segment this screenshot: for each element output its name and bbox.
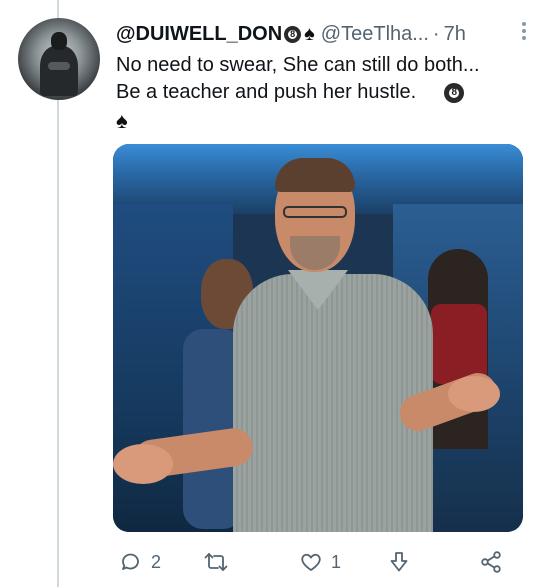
- tweet-text-line-1: No need to swear, She can still do both.…: [116, 52, 526, 79]
- avatar-figure-body: [40, 46, 78, 96]
- user-handle[interactable]: @TeeTlha...: [321, 23, 429, 46]
- more-icon[interactable]: [522, 22, 528, 40]
- reply-count: 2: [151, 551, 162, 572]
- spade-icon: ♠: [304, 22, 315, 45]
- photo-man-hair: [275, 158, 355, 192]
- tweet-actions: 2 1: [113, 544, 523, 580]
- photo-man-glasses: [283, 206, 347, 218]
- reply-icon: [122, 553, 139, 570]
- eight-ball-icon: 8: [444, 82, 465, 103]
- spade-icon: ♠: [116, 108, 128, 133]
- photo-man-hand-right: [448, 376, 500, 412]
- download-icon: [390, 552, 408, 572]
- avatar-figure-hands: [48, 62, 70, 70]
- reply-button[interactable]: 2: [119, 544, 161, 580]
- like-icon: [301, 553, 321, 571]
- tweet-text-line-2-content: Be a teacher and push her hustle.: [116, 81, 417, 103]
- download-button[interactable]: [387, 544, 411, 580]
- eight-ball-number: 8: [451, 86, 457, 98]
- retweet-icon: [204, 553, 228, 571]
- tweet-text: No need to swear, She can still do both.…: [116, 52, 526, 106]
- like-count: 1: [331, 551, 342, 572]
- share-button[interactable]: [479, 544, 503, 580]
- tweet-header: @DUIWELL_DON 8 ♠ @TeeTlha... · 7h: [116, 20, 526, 48]
- like-button[interactable]: 1: [299, 544, 341, 580]
- share-icon: [481, 551, 501, 573]
- avatar[interactable]: [18, 18, 100, 100]
- separator-dot: ·: [432, 22, 440, 45]
- tweet-photo[interactable]: [113, 144, 523, 532]
- tweet-text-line-1-content: No need to swear, She can still do both.…: [116, 54, 480, 76]
- display-name[interactable]: @DUIWELL_DON: [116, 23, 282, 46]
- photo-man-hand-left: [113, 444, 173, 484]
- avatar-figure-head: [51, 32, 67, 50]
- eight-ball-number: 8: [290, 28, 296, 39]
- tweet-time[interactable]: 7h: [444, 23, 466, 46]
- eight-ball-icon: 8: [284, 25, 302, 43]
- retweet-button[interactable]: [203, 544, 229, 580]
- tweet-text-line-2: Be a teacher and push her hustle. 8: [116, 79, 526, 106]
